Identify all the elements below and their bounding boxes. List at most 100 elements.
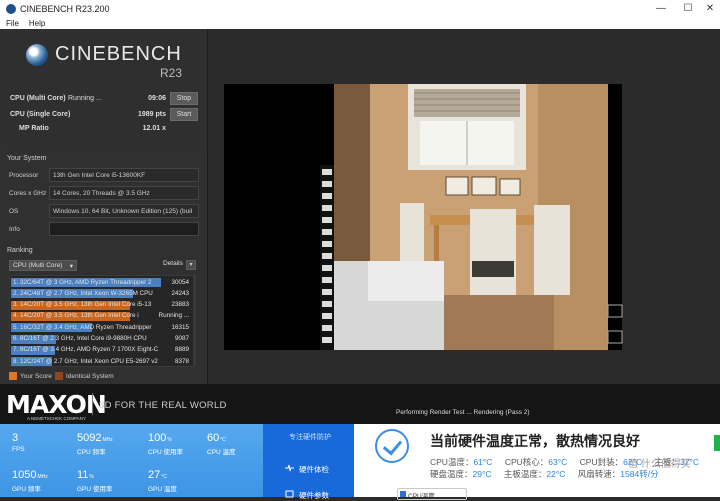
ranking-score: 23883 (171, 301, 189, 309)
test-row-single-core: CPU (Single Core) 1989 pts Start (10, 108, 200, 122)
ranking-scrollbar[interactable] (193, 275, 196, 367)
footer-divider (92, 393, 93, 415)
watermark: 值 什么值得买 (628, 459, 691, 470)
ranking-item[interactable]: 4. 14C/20T @ 3.5 GHz, 13th Gen Intel Cor… (11, 311, 195, 322)
menu-bar: File Help (0, 17, 720, 29)
test-value: 1989 pts (137, 111, 166, 118)
monitor-cpu-frequency: 5092MHz CPU 频率 (77, 432, 113, 456)
temp-value: 61°C (473, 457, 493, 467)
ranking-item[interactable]: 8. 12C/24T @ 2.7 GHz, Intel Xeon CPU E5-… (11, 356, 195, 366)
monitor-value: 100 (148, 432, 167, 444)
footer-tagline: 3D FOR THE REAL WORLD (99, 400, 227, 411)
system-info-panel: Processor 13th Gen Intel Core i5-13600KF… (4, 165, 204, 245)
check-circle-icon (375, 429, 409, 463)
legend-your-score: Your Score (9, 372, 52, 380)
ranking-item[interactable]: 6. 8C/16T @ 2.3 GHz, Intel Core i9-9880H… (11, 334, 195, 345)
nav-item-hardware-check[interactable]: 硬件体检 (299, 464, 329, 475)
menu-help[interactable]: Help (29, 19, 45, 28)
monitor-caption: GPU 频率 (12, 486, 41, 493)
green-side-tab[interactable] (714, 435, 720, 451)
temp-item: CPU核心：63°C (505, 457, 567, 467)
chevron-down-icon: ▾ (69, 263, 73, 270)
monitor-cpu-temperature: 60°C CPU 温度 (207, 432, 236, 456)
monitor-cpu-usage: 100% CPU 使用率 (148, 432, 183, 456)
monitor-gpu-frequency: 1050MHz GPU 频率 (12, 469, 48, 493)
info-field[interactable] (49, 222, 199, 236)
nav-tagline: 专注硬件防护 (289, 434, 331, 441)
nav-item-hardware-params[interactable]: 硬件参数 (299, 490, 329, 501)
start-button[interactable]: Start (170, 108, 198, 121)
monitor-value: 3 (12, 432, 19, 444)
your-system-title: Your System (7, 155, 47, 162)
monitor-fps: 3 FPS (12, 432, 25, 453)
system-value: Windows 10, 64 Bit, Unknown Edition (125… (49, 204, 199, 218)
ranking-score: 9087 (174, 335, 189, 342)
system-key: Processor (9, 172, 39, 179)
close-button[interactable]: ✕ (696, 0, 720, 17)
logo-version: R23 (160, 66, 183, 80)
temp-item: 主板温度：22°C (504, 469, 566, 479)
ranking-score: 24243 (171, 289, 189, 297)
ranking-item[interactable]: 3. 14C/20T @ 3.5 GHz, 13th Gen Intel Cor… (11, 300, 195, 311)
render-image (208, 29, 720, 384)
monitor-caption: CPU 温度 (207, 449, 236, 456)
monitor-value: 11 (77, 469, 89, 481)
cinebench-app-icon (6, 3, 16, 14)
monitor-unit: % (167, 437, 172, 443)
temp-item: CPU温度：61°C (430, 457, 492, 467)
ranking-item[interactable]: 5. 16C/32T @ 3.4 GHz, AMD Ryzen Threadri… (11, 322, 195, 333)
test-row-mp-ratio: MP Ratio 12.01 x (10, 122, 200, 136)
minimize-button[interactable]: — (647, 0, 675, 17)
monitor-unit: MHz (37, 474, 48, 480)
monitor-caption: GPU 温度 (148, 486, 177, 493)
details-label[interactable]: Details (163, 260, 183, 267)
monitor-caption: CPU 频率 (77, 449, 106, 456)
legend-label: Your Score (20, 372, 52, 380)
test-status: Running ... (68, 95, 102, 102)
monitor-gpu-temperature: 27°C GPU 温度 (148, 469, 177, 493)
window-title: CINEBENCH R23.200 (20, 3, 110, 14)
ranking-score: 16315 (171, 323, 189, 331)
ranking-name: 2. 24C/48T @ 2.7 GHz, Intel Xeon W-3265M… (13, 289, 153, 297)
temp-value: 63°C (548, 457, 568, 467)
monitor-gpu-usage: 11% GPU 使用率 (77, 469, 112, 493)
test-value: 09:06 (148, 95, 166, 102)
temp-item: 风扇转速：1584转/分 (578, 469, 659, 479)
monitor-unit: MHz (102, 437, 113, 443)
stop-button[interactable]: Stop (170, 92, 198, 105)
temp-label: 主板温度： (503, 469, 547, 479)
temp-label: 风扇转速： (577, 469, 621, 479)
temperature-status-panel: 当前硬件温度正常，散热情况良好 CPU温度：61°C CPU核心：63°C CP… (354, 424, 720, 500)
test-value: 12.01 x (142, 125, 166, 132)
monitor-caption: FPS (12, 446, 25, 453)
hardware-monitor-panel: 3 FPS 5092MHz CPU 频率 100% CPU 使用率 60°C C… (0, 424, 263, 497)
footer-bar: MAXON A NEMETSCHEK COMPANY 3D FOR THE RE… (0, 384, 720, 424)
render-viewport (208, 29, 720, 384)
test-label: MP Ratio (19, 125, 49, 132)
temp-value: 22°C (546, 469, 566, 479)
legend-swatch (9, 372, 17, 380)
ranking-name: 8. 12C/24T @ 2.7 GHz, Intel Xeon CPU E5-… (13, 357, 158, 365)
logo-panel: CINEBENCH R23 (4, 33, 204, 89)
temp-label: CPU核心： (504, 457, 549, 467)
legend-label: Identical System (66, 372, 114, 380)
menu-file[interactable]: File (6, 19, 19, 28)
ranking-score: 8378 (174, 357, 189, 365)
details-toggle-button[interactable]: ▾ (186, 260, 196, 270)
legend-identical-system: Identical System (55, 372, 114, 380)
ranking-item[interactable]: 7. 8C/16T @ 3.4 GHz, AMD Ryzen 7 1700X E… (11, 345, 195, 356)
test-label: CPU (Single Core) (10, 111, 71, 118)
system-value: 14 Cores, 20 Threads @ 3.5 GHz (49, 186, 199, 200)
system-row-os: OS Windows 10, 64 Bit, Unknown Edition (… (4, 204, 204, 219)
ranking-score: 8889 (174, 346, 189, 354)
cpu-temperature-tab[interactable]: CPU温度 (397, 488, 467, 500)
ranking-name: 7. 8C/16T @ 3.4 GHz, AMD Ryzen 7 1700X E… (13, 346, 159, 354)
status-headline: 当前硬件温度正常，散热情况良好 (430, 433, 640, 449)
ranking-item[interactable]: 1. 32C/64T @ 3 GHz, AMD Ryzen Threadripp… (11, 277, 195, 288)
cinebench-logo-icon (26, 44, 48, 66)
test-label: CPU (Multi Core) (10, 95, 66, 102)
ranking-select[interactable]: CPU (Multi Core) ▾ (9, 260, 77, 271)
ranking-name: 1. 32C/64T @ 3 GHz, AMD Ryzen Threadripp… (13, 278, 152, 286)
ranking-item[interactable]: 2. 24C/48T @ 2.7 GHz, Intel Xeon W-3265M… (11, 288, 195, 299)
system-value: 13th Gen Intel Core i5-13600KF (49, 168, 199, 182)
